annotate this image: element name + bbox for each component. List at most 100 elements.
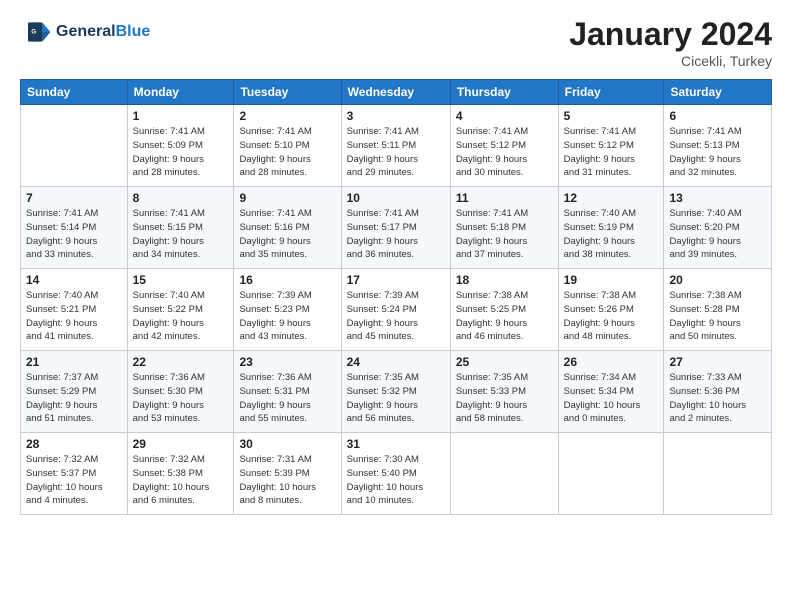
day-number: 17 (347, 273, 445, 287)
day-detail: Sunrise: 7:35 AM Sunset: 5:33 PM Dayligh… (456, 371, 553, 426)
day-number: 18 (456, 273, 553, 287)
calendar-cell: 13Sunrise: 7:40 AM Sunset: 5:20 PM Dayli… (664, 187, 772, 269)
calendar-cell: 21Sunrise: 7:37 AM Sunset: 5:29 PM Dayli… (21, 351, 128, 433)
day-detail: Sunrise: 7:41 AM Sunset: 5:11 PM Dayligh… (347, 125, 445, 180)
day-number: 15 (133, 273, 229, 287)
title-block: January 2024 Cicekli, Turkey (569, 16, 772, 69)
month-title: January 2024 (569, 16, 772, 53)
day-detail: Sunrise: 7:41 AM Sunset: 5:12 PM Dayligh… (564, 125, 659, 180)
day-number: 9 (239, 191, 335, 205)
day-detail: Sunrise: 7:35 AM Sunset: 5:32 PM Dayligh… (347, 371, 445, 426)
day-number: 1 (133, 109, 229, 123)
calendar-cell: 14Sunrise: 7:40 AM Sunset: 5:21 PM Dayli… (21, 269, 128, 351)
day-detail: Sunrise: 7:41 AM Sunset: 5:12 PM Dayligh… (456, 125, 553, 180)
day-detail: Sunrise: 7:40 AM Sunset: 5:22 PM Dayligh… (133, 289, 229, 344)
day-detail: Sunrise: 7:40 AM Sunset: 5:21 PM Dayligh… (26, 289, 122, 344)
calendar-cell: 22Sunrise: 7:36 AM Sunset: 5:30 PM Dayli… (127, 351, 234, 433)
page-header: G GeneralBlue January 2024 Cicekli, Turk… (20, 16, 772, 69)
day-number: 3 (347, 109, 445, 123)
calendar-cell: 17 Sunrise: 7:39 AM Sunset: 5:24 PM Dayli… (341, 269, 450, 351)
calendar-cell: 12Sunrise: 7:40 AM Sunset: 5:19 PM Dayli… (558, 187, 664, 269)
day-detail: Sunrise: 7:40 AM Sunset: 5:20 PM Dayligh… (669, 207, 766, 262)
calendar-cell: 23Sunrise: 7:36 AM Sunset: 5:31 PM Dayli… (234, 351, 341, 433)
calendar-cell: 16 Sunrise: 7:39 AM Sunset: 5:23 PM Dayli… (234, 269, 341, 351)
day-number: 16 (239, 273, 335, 287)
day-detail: Sunrise: 7:36 AM Sunset: 5:30 PM Dayligh… (133, 371, 229, 426)
day-detail: Sunrise: 7:39 AM Sunset: 5:24 PM Dayligh… (347, 289, 445, 344)
day-number: 24 (347, 355, 445, 369)
day-number: 31 (347, 437, 445, 451)
day-detail: Sunrise: 7:41 AM Sunset: 5:17 PM Dayligh… (347, 207, 445, 262)
week-row-1: 1 Sunrise: 7:41 AM Sunset: 5:09 PM Daylig… (21, 105, 772, 187)
day-number: 23 (239, 355, 335, 369)
day-detail: Sunrise: 7:41 AM Sunset: 5:13 PM Dayligh… (669, 125, 766, 180)
day-detail: Sunrise: 7:41 AM Sunset: 5:18 PM Dayligh… (456, 207, 553, 262)
column-header-sunday: Sunday (21, 80, 128, 105)
calendar-cell: 4 Sunrise: 7:41 AM Sunset: 5:12 PM Daylig… (450, 105, 558, 187)
column-header-wednesday: Wednesday (341, 80, 450, 105)
day-number: 11 (456, 191, 553, 205)
calendar-cell: 29Sunrise: 7:32 AM Sunset: 5:38 PM Dayli… (127, 433, 234, 515)
calendar-cell (664, 433, 772, 515)
column-header-saturday: Saturday (664, 80, 772, 105)
day-number: 7 (26, 191, 122, 205)
day-detail: Sunrise: 7:41 AM Sunset: 5:10 PM Dayligh… (239, 125, 335, 180)
calendar-cell: 1 Sunrise: 7:41 AM Sunset: 5:09 PM Daylig… (127, 105, 234, 187)
calendar-cell: 7Sunrise: 7:41 AM Sunset: 5:14 PM Daylig… (21, 187, 128, 269)
day-detail: Sunrise: 7:40 AM Sunset: 5:19 PM Dayligh… (564, 207, 659, 262)
day-number: 19 (564, 273, 659, 287)
calendar-cell: 24 Sunrise: 7:35 AM Sunset: 5:32 PM Dayli… (341, 351, 450, 433)
column-header-tuesday: Tuesday (234, 80, 341, 105)
day-number: 21 (26, 355, 122, 369)
day-number: 10 (347, 191, 445, 205)
svg-text:G: G (31, 29, 36, 36)
calendar-cell: 28 Sunrise: 7:32 AM Sunset: 5:37 PM Dayli… (21, 433, 128, 515)
column-header-monday: Monday (127, 80, 234, 105)
day-number: 4 (456, 109, 553, 123)
logo-general: General (56, 23, 116, 40)
day-detail: Sunrise: 7:38 AM Sunset: 5:26 PM Dayligh… (564, 289, 659, 344)
logo-icon: G (20, 16, 52, 48)
day-detail: Sunrise: 7:41 AM Sunset: 5:09 PM Dayligh… (133, 125, 229, 180)
logo: G GeneralBlue (20, 16, 150, 48)
day-number: 8 (133, 191, 229, 205)
calendar-cell: 25 Sunrise: 7:35 AM Sunset: 5:33 PM Dayli… (450, 351, 558, 433)
day-number: 29 (133, 437, 229, 451)
day-detail: Sunrise: 7:38 AM Sunset: 5:28 PM Dayligh… (669, 289, 766, 344)
day-detail: Sunrise: 7:41 AM Sunset: 5:16 PM Dayligh… (239, 207, 335, 262)
day-detail: Sunrise: 7:34 AM Sunset: 5:34 PM Dayligh… (564, 371, 659, 426)
day-number: 28 (26, 437, 122, 451)
day-detail: Sunrise: 7:39 AM Sunset: 5:23 PM Dayligh… (239, 289, 335, 344)
day-number: 5 (564, 109, 659, 123)
logo-text-block: GeneralBlue (56, 23, 150, 41)
calendar-cell: 6 Sunrise: 7:41 AM Sunset: 5:13 PM Daylig… (664, 105, 772, 187)
calendar-cell: 3 Sunrise: 7:41 AM Sunset: 5:11 PM Daylig… (341, 105, 450, 187)
calendar-cell: 11 Sunrise: 7:41 AM Sunset: 5:18 PM Dayli… (450, 187, 558, 269)
day-number: 2 (239, 109, 335, 123)
week-row-2: 7Sunrise: 7:41 AM Sunset: 5:14 PM Daylig… (21, 187, 772, 269)
calendar-table: SundayMondayTuesdayWednesdayThursdayFrid… (20, 79, 772, 515)
day-number: 6 (669, 109, 766, 123)
day-detail: Sunrise: 7:41 AM Sunset: 5:15 PM Dayligh… (133, 207, 229, 262)
column-header-thursday: Thursday (450, 80, 558, 105)
calendar-cell (558, 433, 664, 515)
day-detail: Sunrise: 7:32 AM Sunset: 5:37 PM Dayligh… (26, 453, 122, 508)
calendar-cell: 10 Sunrise: 7:41 AM Sunset: 5:17 PM Dayli… (341, 187, 450, 269)
day-number: 30 (239, 437, 335, 451)
week-row-4: 21Sunrise: 7:37 AM Sunset: 5:29 PM Dayli… (21, 351, 772, 433)
column-header-friday: Friday (558, 80, 664, 105)
calendar-cell (450, 433, 558, 515)
calendar-cell: 26 Sunrise: 7:34 AM Sunset: 5:34 PM Dayli… (558, 351, 664, 433)
day-number: 25 (456, 355, 553, 369)
day-detail: Sunrise: 7:38 AM Sunset: 5:25 PM Dayligh… (456, 289, 553, 344)
header-row: SundayMondayTuesdayWednesdayThursdayFrid… (21, 80, 772, 105)
logo-blue: Blue (116, 23, 151, 40)
day-number: 20 (669, 273, 766, 287)
calendar-cell: 20 Sunrise: 7:38 AM Sunset: 5:28 PM Dayli… (664, 269, 772, 351)
week-row-5: 28 Sunrise: 7:32 AM Sunset: 5:37 PM Dayli… (21, 433, 772, 515)
day-number: 26 (564, 355, 659, 369)
page-container: G GeneralBlue January 2024 Cicekli, Turk… (0, 0, 792, 525)
calendar-cell: 30Sunrise: 7:31 AM Sunset: 5:39 PM Dayli… (234, 433, 341, 515)
calendar-cell (21, 105, 128, 187)
calendar-cell: 9 Sunrise: 7:41 AM Sunset: 5:16 PM Daylig… (234, 187, 341, 269)
